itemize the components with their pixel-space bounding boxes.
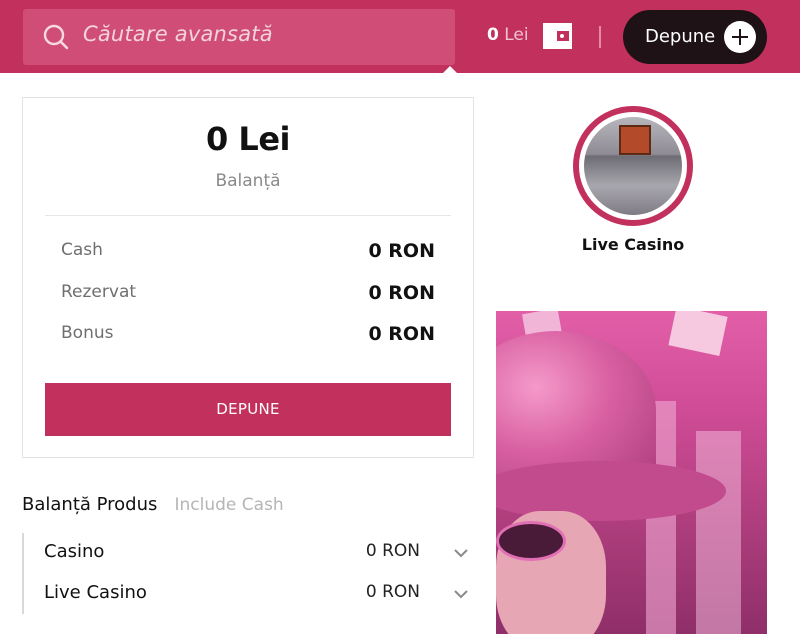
- chevron-down-icon[interactable]: [452, 585, 470, 603]
- banner-glasses: [496, 521, 566, 561]
- wallet-icon[interactable]: [542, 22, 573, 50]
- balance-row-label: Bonus: [61, 323, 114, 343]
- header-balance-currency: Lei: [504, 25, 529, 45]
- balance-row-cash: Cash 0 RON: [61, 240, 435, 264]
- total-balance: 0 Lei: [206, 120, 290, 158]
- header-balance-amount: 0: [487, 25, 499, 45]
- balance-row-reserved: Rezervat 0 RON: [61, 282, 435, 306]
- plus-icon: [724, 21, 756, 53]
- product-balance-subtitle: Include Cash: [174, 495, 284, 515]
- balance-row-value: 0 RON: [368, 323, 435, 345]
- search-icon: [43, 24, 69, 50]
- balance-row-value: 0 RON: [368, 240, 435, 262]
- header-deposit-label: Depune: [645, 26, 716, 47]
- live-casino-category[interactable]: [573, 106, 693, 226]
- chevron-down-icon[interactable]: [452, 544, 470, 562]
- promo-banner[interactable]: [496, 311, 767, 634]
- header-divider: [599, 26, 601, 48]
- banner-playing-card: [668, 311, 728, 356]
- balance-row-label: Cash: [61, 240, 103, 260]
- balance-caption: Balanță: [215, 171, 281, 191]
- product-row-live-casino[interactable]: Live Casino 0 RON: [44, 582, 470, 608]
- banner-building: [696, 431, 741, 634]
- search-placeholder: Căutare avansată: [83, 22, 273, 46]
- balance-separator: [45, 215, 451, 216]
- product-row-casino[interactable]: Casino 0 RON: [44, 541, 470, 567]
- product-row-label: Casino: [44, 541, 105, 562]
- header-deposit-button[interactable]: Depune: [623, 10, 767, 64]
- product-balance-header: Balanță Produs Include Cash: [22, 494, 284, 515]
- product-row-value: 0 RON: [365, 541, 420, 561]
- product-row-value: 0 RON: [365, 582, 420, 602]
- live-casino-thumbnail: [584, 117, 682, 215]
- product-balance-rail: [22, 533, 24, 614]
- deposit-button[interactable]: DEPUNE: [45, 383, 451, 436]
- search-field[interactable]: Căutare avansată: [23, 9, 455, 65]
- balance-row-label: Rezervat: [61, 282, 137, 302]
- product-row-label: Live Casino: [44, 582, 147, 603]
- roulette-image: [619, 125, 651, 155]
- balance-card: 0 Lei Balanță Cash 0 RON Rezervat 0 RON …: [22, 97, 474, 458]
- top-bar: Căutare avansată 0 Lei Depune: [0, 0, 800, 73]
- balance-row-value: 0 RON: [368, 282, 435, 304]
- balance-row-bonus: Bonus 0 RON: [61, 323, 435, 347]
- product-balance-title: Balanță Produs: [22, 494, 158, 515]
- live-casino-label[interactable]: Live Casino: [561, 235, 705, 254]
- header-balance[interactable]: 0 Lei: [487, 25, 529, 45]
- balance-dropdown: 0 Lei Balanță Cash 0 RON Rezervat 0 RON …: [0, 73, 496, 634]
